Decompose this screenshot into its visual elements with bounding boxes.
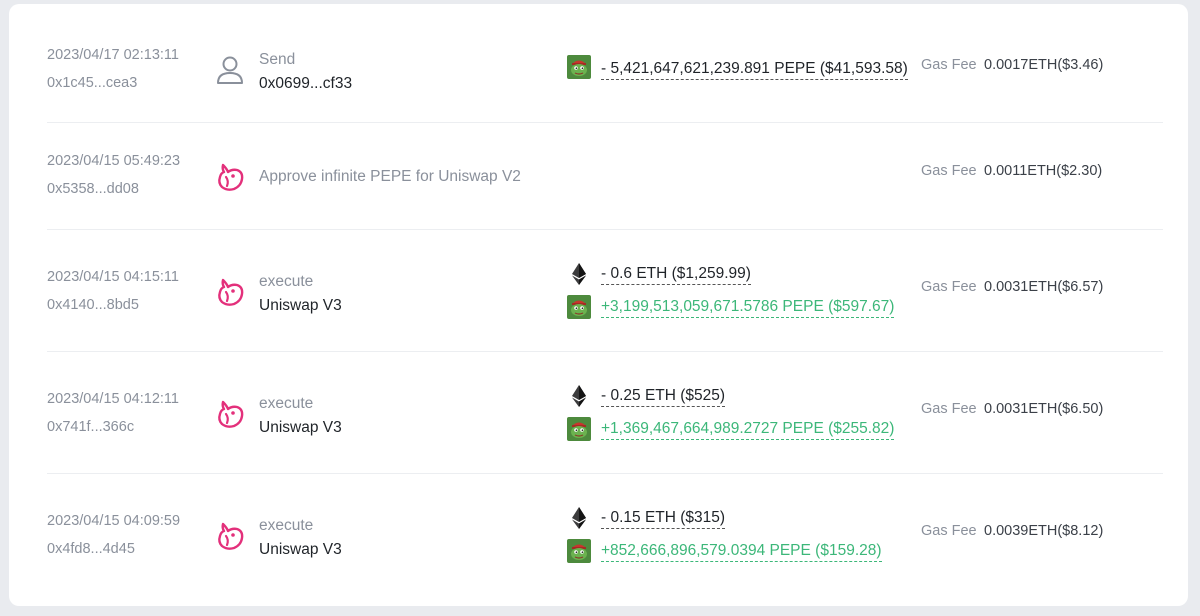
uniswap-icon xyxy=(213,275,247,309)
amount-pepe-in[interactable]: +1,369,467,664,989.2727 PEPE ($255.82) xyxy=(601,420,895,440)
amount-eth-out[interactable]: - 0.15 ETH ($315) xyxy=(601,509,726,529)
gas-fee-value: 0.0039ETH($8.12) xyxy=(984,523,1104,539)
tx-hash-link[interactable]: 0x1c45...cea3 xyxy=(47,75,137,91)
tx-action: execute xyxy=(259,273,314,290)
user-icon xyxy=(213,52,247,86)
tx-hash-link[interactable]: 0x5358...dd08 xyxy=(47,181,139,197)
pepe-token-icon xyxy=(567,295,591,319)
uniswap-icon xyxy=(213,519,247,553)
gas-fee-label: Gas Fee xyxy=(921,163,977,179)
tx-action: execute xyxy=(259,395,314,412)
tx-hash-link[interactable]: 0x741f...366c xyxy=(47,419,134,435)
tx-counterparty[interactable]: Uniswap V3 xyxy=(259,419,342,437)
eth-token-icon xyxy=(567,262,591,286)
transaction-history-card: 2023/04/17 02:13:11 0x1c45...cea3 Send 0… xyxy=(9,4,1188,606)
tx-action: Approve infinite PEPE for Uniswap V2 xyxy=(259,168,521,185)
tx-counterparty[interactable]: Uniswap V3 xyxy=(259,297,342,315)
amount-pepe-in[interactable]: +852,666,896,579.0394 PEPE ($159.28) xyxy=(601,542,882,562)
amount-eth-out[interactable]: - 0.25 ETH ($525) xyxy=(601,387,726,407)
eth-token-icon xyxy=(567,384,591,408)
gas-fee-label: Gas Fee xyxy=(921,279,977,295)
pepe-token-icon xyxy=(567,417,591,441)
gas-fee-label: Gas Fee xyxy=(921,523,977,539)
gas-fee-label: Gas Fee xyxy=(921,57,977,73)
tx-hash-link[interactable]: 0x4140...8bd5 xyxy=(47,297,139,313)
eth-token-icon xyxy=(567,506,591,530)
transaction-row[interactable]: 2023/04/17 02:13:11 0x1c45...cea3 Send 0… xyxy=(47,4,1163,123)
tx-counterparty[interactable]: 0x0699...cf33 xyxy=(259,75,352,93)
uniswap-icon xyxy=(213,160,247,194)
transaction-row[interactable]: 2023/04/15 04:09:59 0x4fd8...4d45 execut… xyxy=(47,473,1163,606)
tx-time: 2023/04/15 04:12:11 xyxy=(47,391,179,407)
amount-eth-out[interactable]: - 0.6 ETH ($1,259.99) xyxy=(601,265,751,285)
tx-time: 2023/04/15 04:15:11 xyxy=(47,269,179,285)
gas-fee-value: 0.0017ETH($3.46) xyxy=(984,57,1104,73)
tx-action: Send xyxy=(259,51,296,68)
transaction-row[interactable]: 2023/04/15 04:12:11 0x741f...366c execut… xyxy=(47,351,1163,474)
tx-time: 2023/04/17 02:13:11 xyxy=(47,47,179,63)
pepe-token-icon xyxy=(567,55,591,79)
gas-fee-value: 0.0031ETH($6.57) xyxy=(984,279,1104,295)
amount-pepe-in[interactable]: +3,199,513,059,671.5786 PEPE ($597.67) xyxy=(601,298,895,318)
tx-action: execute xyxy=(259,517,314,534)
gas-fee-label: Gas Fee xyxy=(921,401,977,417)
transaction-row[interactable]: 2023/04/15 04:15:11 0x4140...8bd5 execut… xyxy=(47,229,1163,352)
gas-fee-value: 0.0011ETH($2.30) xyxy=(984,163,1103,179)
tx-time: 2023/04/15 05:49:23 xyxy=(47,153,181,169)
tx-counterparty[interactable]: Uniswap V3 xyxy=(259,541,342,559)
gas-fee-value: 0.0031ETH($6.50) xyxy=(984,401,1104,417)
tx-time: 2023/04/15 04:09:59 xyxy=(47,513,181,529)
tx-hash-link[interactable]: 0x4fd8...4d45 xyxy=(47,541,135,557)
uniswap-icon xyxy=(213,397,247,431)
pepe-token-icon xyxy=(567,539,591,563)
amount-pepe-out[interactable]: - 5,421,647,621,239.891 PEPE ($41,593.58… xyxy=(601,60,908,80)
transaction-row[interactable]: 2023/04/15 05:49:23 0x5358...dd08 Approv… xyxy=(47,122,1163,230)
